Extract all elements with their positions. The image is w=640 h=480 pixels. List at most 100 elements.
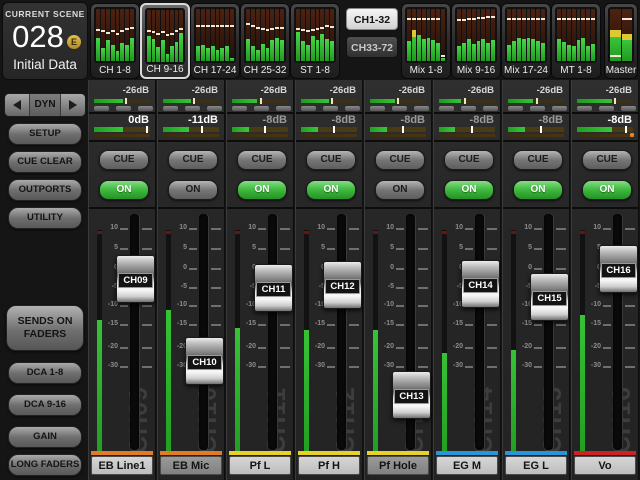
meter-bar: [120, 9, 124, 61]
utility-button[interactable]: UTILITY: [8, 207, 82, 229]
channel-name-plate[interactable]: EG L: [505, 456, 567, 475]
cue-button[interactable]: CUE: [513, 150, 563, 170]
meter-bar: [330, 9, 334, 61]
channel-name-plate[interactable]: Pf Hole: [367, 456, 429, 475]
meter-bar-fill: [179, 33, 183, 62]
fader-track[interactable]: [337, 214, 346, 450]
meter-block-ch25-32[interactable]: CH 25-32: [240, 3, 290, 79]
meter-bar: [562, 9, 566, 61]
scale-tick-right: [211, 324, 221, 326]
on-button[interactable]: ON: [513, 180, 563, 200]
fader-cap[interactable]: CH15: [530, 273, 569, 321]
channel-top-db: -26dB: [468, 85, 494, 96]
meter-bar: [201, 9, 205, 61]
channel-name-plate[interactable]: Pf L: [229, 456, 291, 475]
level-meter-tick: [402, 126, 404, 133]
channel-meter: [235, 230, 240, 452]
fader-cap[interactable]: CH12: [323, 261, 362, 309]
meter-block-ch17-24[interactable]: CH 17-24: [190, 3, 240, 79]
outports-button[interactable]: OUTPORTS: [8, 179, 82, 201]
fader-cap[interactable]: CH13: [392, 371, 431, 419]
channel-top-db: -26dB: [399, 85, 425, 96]
meter-bar-fill: [407, 41, 411, 61]
scale-tick-right: [280, 347, 290, 349]
meter-block-master[interactable]: Master: [604, 3, 638, 79]
fader-position-mark: [467, 18, 471, 20]
fader-track[interactable]: [268, 214, 277, 450]
meter-block-mix9-16[interactable]: Mix 9-16: [451, 3, 501, 79]
sends-on-faders-button[interactable]: SENDS ON FADERS: [6, 305, 84, 351]
long-faders-button[interactable]: LONG FADERS: [8, 454, 82, 476]
dyn-label[interactable]: DYN: [29, 94, 61, 116]
bank-button-ch33-72[interactable]: CH33-72: [346, 36, 398, 58]
meter-block-ch1-8[interactable]: CH 1-8: [90, 3, 140, 79]
cue-button[interactable]: CUE: [444, 150, 494, 170]
meter-bar-fill: [557, 39, 561, 61]
channel-name-plate[interactable]: Pf H: [298, 456, 360, 475]
current-scene-panel[interactable]: CURRENT SCENE 028 E Initial Data: [2, 2, 88, 80]
fader-cap[interactable]: CH10: [185, 337, 224, 385]
gain-button[interactable]: GAIN: [8, 426, 82, 448]
on-button[interactable]: ON: [582, 180, 632, 200]
on-button[interactable]: ON: [99, 180, 149, 200]
fader-position-mark: [311, 29, 315, 31]
dca-9-16-button[interactable]: DCA 9-16: [8, 394, 82, 416]
channel-name-plate[interactable]: EG M: [436, 456, 498, 475]
fader-cap[interactable]: CH16: [599, 245, 638, 293]
meter-block-mt1-8[interactable]: MT 1-8: [551, 3, 601, 79]
meter-bar-fill: [175, 42, 179, 62]
cue-button[interactable]: CUE: [168, 150, 218, 170]
fader-cap[interactable]: CH14: [461, 260, 500, 308]
fader-position-mark: [130, 27, 134, 29]
fader-cap[interactable]: CH11: [254, 264, 293, 312]
dca-1-8-button[interactable]: DCA 1-8: [8, 362, 82, 384]
meter-block-mix1-8[interactable]: Mix 1-8: [401, 3, 451, 79]
meter-block-mix17-24[interactable]: Mix 17-24: [501, 3, 551, 79]
meter-bar-fill: [156, 47, 160, 62]
dyn-indicator-segment: [345, 106, 360, 111]
on-button[interactable]: ON: [237, 180, 287, 200]
cue-button[interactable]: CUE: [582, 150, 632, 170]
level-meter-tick: [146, 126, 148, 133]
cue-button[interactable]: CUE: [237, 150, 287, 170]
meter-bar: [512, 9, 516, 61]
channel-meter: [511, 230, 516, 452]
meter-bar: [311, 9, 315, 61]
cue-button[interactable]: CUE: [99, 150, 149, 170]
meter-block-ch9-16[interactable]: CH 9-16: [140, 3, 190, 79]
fader-track[interactable]: [475, 214, 484, 450]
meter-panel: [608, 7, 634, 63]
channel-top-db: -26dB: [123, 85, 149, 96]
fader-position-mark: [562, 18, 566, 20]
bank-button-ch1-32[interactable]: CH1-32: [346, 8, 398, 30]
dyn-prev-button[interactable]: [5, 94, 29, 116]
on-button[interactable]: ON: [375, 180, 425, 200]
meter-block-st1-8[interactable]: ST 1-8: [290, 3, 340, 79]
fader-position-mark: [116, 33, 120, 35]
cue-clear-button[interactable]: CUE CLEAR: [8, 151, 82, 173]
scale-tick-right: [556, 228, 566, 230]
cue-button[interactable]: CUE: [375, 150, 425, 170]
on-button[interactable]: ON: [444, 180, 494, 200]
meter-bar-fill: [507, 45, 511, 61]
channel-name-plate[interactable]: Vo: [574, 456, 636, 475]
channel-name-plate[interactable]: EB Mic: [160, 456, 222, 475]
channel-meter-fill: [442, 353, 447, 452]
fader-track[interactable]: [199, 214, 208, 450]
fader-cap[interactable]: CH09: [116, 255, 155, 303]
on-button[interactable]: ON: [168, 180, 218, 200]
meter-bar-fill: [161, 40, 165, 62]
cue-button[interactable]: CUE: [306, 150, 356, 170]
dyn-indicator-segment: [94, 106, 109, 111]
channel-meter: [580, 230, 585, 452]
setup-button[interactable]: SETUP: [8, 123, 82, 145]
meter-bar: [457, 9, 461, 61]
scale-tick-right: [487, 366, 497, 368]
channel-name-plate[interactable]: EB Line1: [91, 456, 153, 475]
current-scene-label: CURRENT SCENE: [3, 9, 87, 19]
scale-tick-right: [418, 268, 428, 270]
dyn-next-button[interactable]: [61, 94, 85, 116]
fader-track[interactable]: [130, 214, 139, 450]
on-button[interactable]: ON: [306, 180, 356, 200]
fader-track[interactable]: [544, 214, 553, 450]
